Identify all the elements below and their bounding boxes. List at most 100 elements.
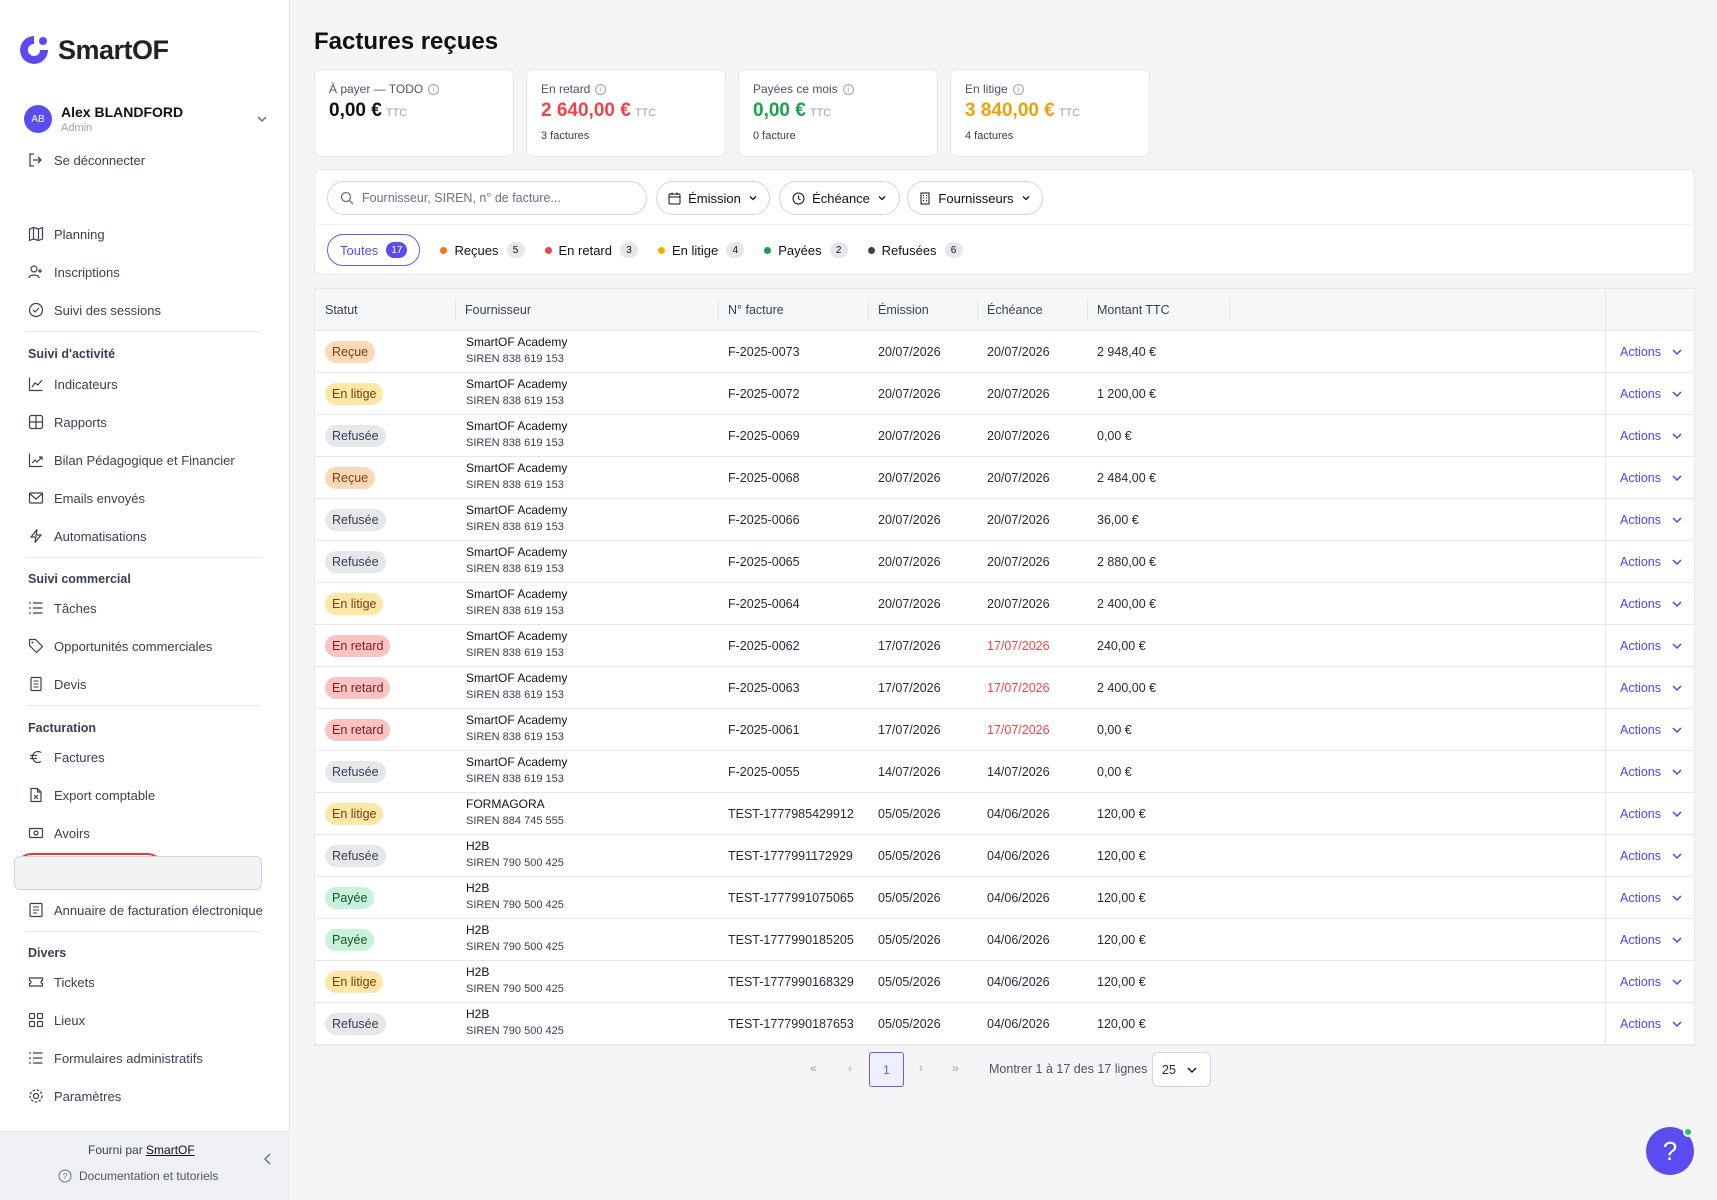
actions-dropdown[interactable]: Actions — [1620, 541, 1683, 583]
info-icon[interactable]: i — [595, 83, 607, 95]
supplier-name: SmartOF Academy — [466, 545, 568, 559]
actions-dropdown[interactable]: Actions — [1620, 583, 1683, 625]
current-page-button[interactable]: 1 — [869, 1052, 904, 1087]
table-row[interactable]: Refusée H2B SIREN 790 500 425 TEST-17779911… — [315, 835, 1694, 877]
table-row[interactable]: Payée H2B SIREN 790 500 425 TEST-1777991075… — [315, 877, 1694, 919]
sidebar-item-factures[interactable]: Factures — [28, 747, 105, 767]
logo[interactable]: SmartOF — [16, 32, 169, 68]
actions-dropdown[interactable]: Actions — [1620, 415, 1683, 457]
table-row[interactable]: En retard SmartOF Academy SIREN 838 619 15… — [315, 625, 1694, 667]
prev-page-button[interactable]: ‹ — [848, 1061, 852, 1075]
sidebar-item-emails[interactable]: Emails envoyés — [28, 488, 145, 508]
sidebar-item-lieux[interactable]: Lieux — [28, 1010, 85, 1030]
sidebar-item-devis[interactable]: Devis — [28, 674, 87, 694]
supplier-name: H2B — [466, 1007, 490, 1021]
sidebar-item-annuaire[interactable]: Annuaire de facturation électronique — [28, 900, 263, 920]
table-row[interactable]: En litige SmartOF Academy SIREN 838 619 15… — [315, 583, 1694, 625]
column-header[interactable]: Fournisseur — [455, 289, 531, 331]
column-header[interactable]: Montant TTC — [1087, 289, 1170, 331]
column-header[interactable]: Émission — [868, 289, 929, 331]
sidebar-item-export[interactable]: Export comptable — [28, 785, 155, 805]
table-row[interactable]: Refusée SmartOF Academy SIREN 838 619 153 F… — [315, 751, 1694, 793]
powered-link[interactable]: SmartOF — [146, 1143, 195, 1157]
actions-dropdown[interactable]: Actions — [1620, 961, 1683, 1003]
sidebar-item-inscriptions[interactable]: Inscriptions — [28, 262, 120, 282]
table-row[interactable]: Refusée H2B SIREN 790 500 425 TEST-17779901… — [315, 1003, 1694, 1045]
column-header[interactable]: Statut — [315, 289, 358, 331]
table-row[interactable]: En litige SmartOF Academy SIREN 838 619 15… — [315, 373, 1694, 415]
sidebar-item-parametres[interactable]: Paramètres — [28, 1086, 121, 1106]
actions-dropdown[interactable]: Actions — [1620, 919, 1683, 961]
sidebar-item-bilan[interactable]: Bilan Pédagogique et Financier — [28, 450, 235, 470]
column-header[interactable]: Échéance — [977, 289, 1043, 331]
actions-dropdown[interactable]: Actions — [1620, 709, 1683, 751]
emission-filter[interactable]: Émission — [656, 181, 770, 215]
column-header[interactable]: N° facture — [718, 289, 784, 331]
next-page-button[interactable]: › — [919, 1061, 923, 1075]
sidebar-item-suivi-sessions[interactable]: Suivi des sessions — [28, 300, 161, 320]
last-page-button[interactable]: » — [952, 1061, 959, 1075]
fournisseurs-filter[interactable]: Fournisseurs — [907, 181, 1043, 215]
actions-dropdown[interactable]: Actions — [1620, 751, 1683, 793]
actions-label: Actions — [1620, 513, 1661, 527]
due-date: 14/07/2026 — [987, 765, 1050, 779]
sidebar-item-automatisations[interactable]: Automatisations — [28, 526, 147, 546]
sidebar-item-opportunites[interactable]: Opportunités commerciales — [28, 636, 212, 656]
table-row[interactable]: Reçue SmartOF Academy SIREN 838 619 153 F-2… — [315, 331, 1694, 373]
sidebar-item-planning[interactable]: Planning — [28, 224, 105, 244]
supplier-cell: SmartOF Academy SIREN 838 619 153 — [466, 334, 567, 368]
tab-toutes[interactable]: Toutes 17 — [327, 234, 421, 266]
info-icon[interactable]: i — [842, 83, 854, 95]
info-icon[interactable]: i — [428, 83, 440, 95]
sidebar-item-formulaires[interactable]: Formulaires administratifs — [28, 1048, 203, 1068]
status-cell: En retard — [325, 709, 391, 751]
table-row[interactable]: En retard SmartOF Academy SIREN 838 619 15… — [315, 667, 1694, 709]
table-row[interactable]: En litige H2B SIREN 790 500 425 TEST-177799… — [315, 961, 1694, 1003]
actions-dropdown[interactable]: Actions — [1620, 457, 1683, 499]
tab-status[interactable]: En litige 4 — [658, 242, 745, 258]
sidebar-item-label: Emails envoyés — [54, 490, 146, 506]
actions-dropdown[interactable]: Actions — [1620, 625, 1683, 667]
first-page-button[interactable]: « — [810, 1061, 817, 1075]
sidebar-item-avoirs[interactable]: Avoirs — [28, 823, 90, 843]
table-row[interactable]: En litige FORMAGORA SIREN 884 745 555 TEST-… — [315, 793, 1694, 835]
info-icon[interactable]: i — [1012, 83, 1024, 95]
actions-dropdown[interactable]: Actions — [1620, 373, 1683, 415]
actions-dropdown[interactable]: Actions — [1620, 499, 1683, 541]
logout-link[interactable]: Se déconnecter — [28, 152, 145, 168]
user-menu[interactable]: AB Alex BLANDFORD Admin — [24, 104, 268, 134]
nav-section-title: Suivi commercial — [28, 572, 131, 586]
pin-icon — [28, 1012, 44, 1028]
actions-dropdown[interactable]: Actions — [1620, 835, 1683, 877]
echeance-filter[interactable]: Échéance — [779, 181, 900, 215]
tab-status[interactable]: Payées 2 — [764, 242, 848, 258]
collapse-sidebar-icon[interactable] — [262, 1152, 274, 1166]
actions-dropdown[interactable]: Actions — [1620, 667, 1683, 709]
sidebar-item-taches[interactable]: Tâches — [28, 598, 97, 618]
supplier-siren: SIREN 838 619 153 — [466, 605, 564, 617]
due-date: 20/07/2026 — [987, 555, 1050, 569]
table-row[interactable]: Refusée SmartOF Academy SIREN 838 619 153 F… — [315, 541, 1694, 583]
actions-dropdown[interactable]: Actions — [1620, 331, 1683, 373]
table-row[interactable]: Refusée SmartOF Academy SIREN 838 619 153 F… — [315, 499, 1694, 541]
docs-link[interactable]: ? Documentation et tutoriels — [58, 1169, 218, 1183]
table-row[interactable]: Reçue SmartOF Academy SIREN 838 619 153 F-2… — [315, 457, 1694, 499]
sidebar-item-tickets[interactable]: Tickets — [28, 972, 95, 992]
table-row[interactable]: Payée H2B SIREN 790 500 425 TEST-1777990185… — [315, 919, 1694, 961]
status-dot — [544, 246, 552, 254]
tab-status[interactable]: Reçues 5 — [440, 242, 525, 258]
actions-dropdown[interactable]: Actions — [1620, 877, 1683, 919]
map-icon — [28, 226, 44, 242]
actions-dropdown[interactable]: Actions — [1620, 793, 1683, 835]
sidebar-item-rapports[interactable]: Rapports — [28, 412, 107, 432]
actions-dropdown[interactable]: Actions — [1620, 1003, 1683, 1045]
page-size-select[interactable]: 25 — [1152, 1052, 1211, 1087]
sidebar-item-indicateurs[interactable]: Indicateurs — [28, 374, 118, 394]
table-row[interactable]: Refusée SmartOF Academy SIREN 838 619 153 F… — [315, 415, 1694, 457]
tab-status[interactable]: En retard 3 — [544, 242, 638, 258]
stat-value: 0,00 € TTC — [329, 100, 499, 122]
tab-status[interactable]: Refusées 6 — [867, 242, 963, 258]
table-row[interactable]: En retard SmartOF Academy SIREN 838 619 15… — [315, 709, 1694, 751]
search-input[interactable]: Fournisseur, SIREN, n° de facture... — [327, 181, 647, 215]
supplier-cell: SmartOF Academy SIREN 838 619 153 — [466, 754, 567, 788]
